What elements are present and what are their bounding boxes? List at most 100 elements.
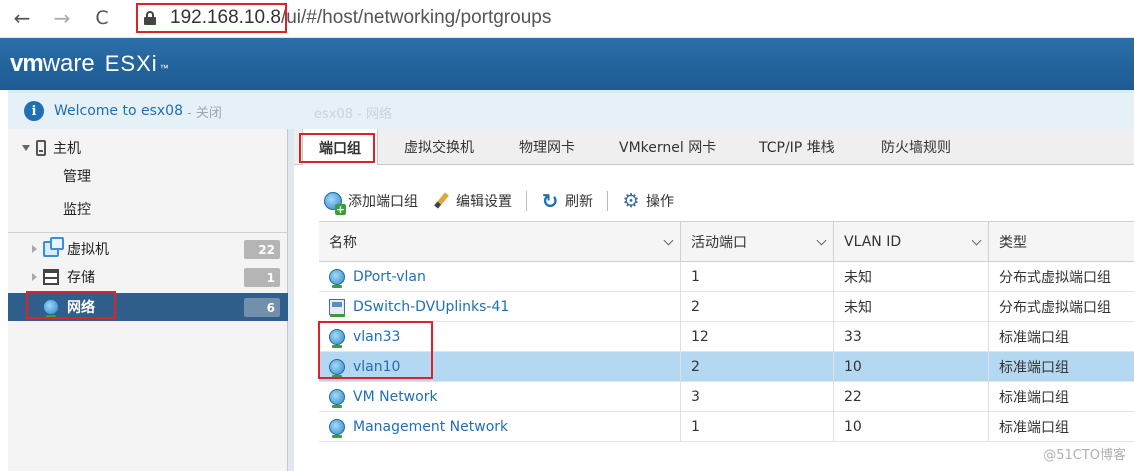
tab-highlight-box (299, 133, 375, 163)
refresh-icon: ↻ (541, 189, 559, 213)
sidebar-item-label: 主机 (53, 141, 81, 157)
edit-settings-button[interactable]: 编辑设置 (432, 191, 512, 211)
content-title-bar: esx08 - 网络 (294, 93, 1134, 129)
tab-tcpip-stacks[interactable]: TCP/IP 堆栈 (759, 129, 835, 165)
sidebar-divider (8, 232, 288, 233)
port-group-link[interactable]: DPort-vlan (353, 269, 426, 285)
count-badge: 1 (244, 268, 280, 287)
cell-type: 分布式虚拟端口组 (999, 300, 1111, 316)
chevron-down-icon[interactable] (663, 235, 674, 246)
column-header-name[interactable]: 名称 (319, 222, 681, 262)
vmware-esxi-logo: vm ware ESXi ™ (10, 50, 169, 77)
cell-active-ports: 1 (681, 412, 834, 442)
add-port-group-icon (324, 192, 346, 215)
cell-active-ports: 2 (681, 292, 834, 322)
content-title: esx08 - 网络 (314, 107, 392, 122)
storage-icon (43, 269, 59, 285)
add-port-group-button[interactable]: 添加端口组 (324, 191, 418, 215)
cell-active-ports: 2 (681, 352, 834, 382)
welcome-close-link[interactable]: - 关闭 (187, 102, 222, 121)
cell-type: 标准端口组 (999, 390, 1069, 406)
sidebar-item-manage[interactable]: 管理 (63, 166, 91, 186)
welcome-bar: i Welcome to esx08 - 关闭 (8, 93, 294, 129)
chevron-down-icon[interactable] (971, 235, 982, 246)
column-header-vlan-id[interactable]: VLAN ID (834, 222, 989, 262)
port-group-link[interactable]: DSwitch-DVUplinks-41 (353, 299, 509, 315)
count-badge: 22 (244, 240, 280, 259)
browser-toolbar: ← → C 192.168.10.8/ui/#/host/networking/… (0, 0, 1134, 38)
url-path: /ui/#/host/networking/portgroups (280, 7, 552, 28)
sidebar-item-vms[interactable]: 虚拟机 22 (8, 235, 288, 263)
toolbar: 添加端口组 编辑设置 ↻ 刷新 ⚙ 操作 (324, 188, 688, 215)
tab-firewall-rules[interactable]: 防火墙规则 (881, 129, 951, 165)
cell-name[interactable]: DPort-vlan (319, 262, 681, 292)
esxi-header: vm ware ESXi ™ (0, 38, 1134, 90)
cell-vlan-id: 未知 (834, 262, 989, 292)
cell-vlan-id: 10 (834, 352, 989, 382)
cell-active-ports: 1 (681, 262, 834, 292)
table-row[interactable]: DSwitch-DVUplinks-41 2 未知 分布式虚拟端口组 (319, 292, 1134, 322)
tab-bar: 端口组 虚拟交换机 物理网卡 VMkernel 网卡 TCP/IP 堆栈 防火墙… (294, 129, 1134, 166)
sidebar-item-label: 虚拟机 (67, 242, 109, 258)
chevron-down-icon[interactable] (816, 235, 827, 246)
cell-type: 标准端口组 (999, 330, 1069, 346)
tab-vmkernel-nics[interactable]: VMkernel 网卡 (619, 129, 716, 165)
info-icon: i (24, 101, 44, 121)
port-group-icon (329, 269, 345, 288)
cell-name[interactable]: VM Network (319, 382, 681, 412)
toolbar-separator (526, 191, 527, 211)
cell-vlan-id: 未知 (834, 292, 989, 322)
port-group-link[interactable]: Management Network (353, 419, 508, 435)
actions-button[interactable]: ⚙ 操作 (622, 191, 674, 211)
table-row[interactable]: DPort-vlan 1 未知 分布式虚拟端口组 (319, 262, 1134, 292)
tab-virtual-switches[interactable]: 虚拟交换机 (404, 129, 474, 165)
cell-name[interactable]: DSwitch-DVUplinks-41 (319, 292, 681, 322)
vm-icon (43, 237, 64, 257)
port-group-icon (329, 299, 345, 317)
gear-icon: ⚙ (622, 190, 640, 212)
watermark: @51CTO博客 (1043, 448, 1126, 463)
caret-down-icon[interactable] (22, 145, 30, 151)
cell-type: 标准端口组 (999, 420, 1069, 436)
count-badge: 6 (244, 298, 280, 317)
table-row[interactable]: vlan10 2 10 标准端口组 (319, 352, 1134, 382)
port-group-icon (329, 389, 345, 408)
host-icon (36, 140, 46, 156)
pencil-icon (432, 192, 450, 210)
table-header: 名称 活动端口 VLAN ID 类型 (319, 222, 1134, 262)
forward-arrow-icon[interactable]: → (50, 6, 74, 30)
sidebar-item-monitor[interactable]: 监控 (63, 199, 91, 219)
toolbar-separator (607, 191, 608, 211)
cell-active-ports: 12 (681, 322, 834, 352)
welcome-text: Welcome to esx08 (54, 103, 184, 119)
cell-type: 分布式虚拟端口组 (999, 270, 1111, 286)
port-groups-content: 添加端口组 编辑设置 ↻ 刷新 ⚙ 操作 名称 活动端口 VLAN ID 类型 … (294, 165, 1134, 471)
cell-vlan-id: 33 (834, 322, 989, 352)
sidebar-item-storage[interactable]: 存储 1 (8, 263, 288, 291)
column-header-type[interactable]: 类型 (989, 222, 1134, 262)
port-group-icon (329, 419, 345, 438)
table-row[interactable]: Management Network 1 10 标准端口组 (319, 412, 1134, 442)
table-row[interactable]: VM Network 3 22 标准端口组 (319, 382, 1134, 412)
port-group-link[interactable]: VM Network (353, 389, 438, 405)
table-body: DPort-vlan 1 未知 分布式虚拟端口组 DSwitch-DVUplinks-4… (319, 262, 1134, 442)
cell-vlan-id: 10 (834, 412, 989, 442)
cell-vlan-id: 22 (834, 382, 989, 412)
back-arrow-icon[interactable]: ← (10, 6, 34, 30)
table-row[interactable]: vlan33 12 33 标准端口组 (319, 322, 1134, 352)
port-groups-table: 名称 活动端口 VLAN ID 类型 DPort-vlan 1 未知 分布式虚拟端口组… (319, 221, 1134, 442)
sidebar-item-label: 存储 (67, 270, 95, 286)
url-highlight-box (136, 3, 287, 33)
caret-right-icon[interactable] (32, 273, 37, 281)
refresh-button[interactable]: ↻ 刷新 (541, 191, 593, 211)
column-header-active-ports[interactable]: 活动端口 (681, 222, 834, 262)
tab-physical-nics[interactable]: 物理网卡 (519, 129, 575, 165)
cell-type: 标准端口组 (999, 360, 1069, 376)
reload-icon[interactable]: C (90, 6, 114, 30)
sidebar-item-host[interactable]: 主机 (22, 138, 81, 158)
cell-active-ports: 3 (681, 382, 834, 412)
vlan-rows-highlight-box (318, 321, 433, 379)
networking-highlight-box (26, 291, 116, 319)
caret-right-icon[interactable] (32, 245, 37, 253)
cell-name[interactable]: Management Network (319, 412, 681, 442)
